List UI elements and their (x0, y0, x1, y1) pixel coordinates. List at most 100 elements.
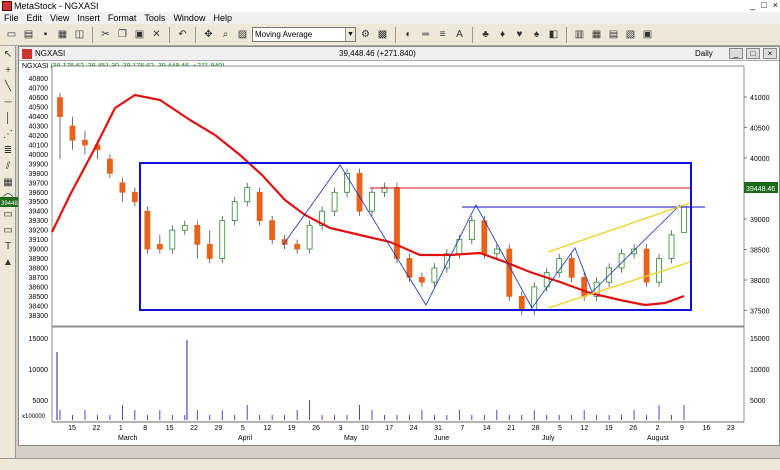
x-day-tick: 15 (68, 425, 76, 432)
x-month-label: June (434, 435, 449, 442)
candle-body (431, 267, 438, 283)
price-left-tick: 39800 (29, 171, 49, 178)
volume-right-tick: 10000 (750, 367, 770, 374)
x-day-tick: 26 (629, 425, 637, 432)
x-day-tick: 14 (483, 425, 491, 432)
candle-body (244, 187, 251, 203)
price-left-tick: 40700 (29, 86, 49, 93)
price-left-tick: 39600 (29, 190, 49, 197)
candle-body (107, 158, 113, 174)
candle-body (69, 125, 76, 141)
x-month-label: April (238, 435, 252, 442)
price-left-tick: 40800 (29, 76, 49, 83)
candle-body (331, 191, 338, 212)
price-left-tick: 39400 (29, 209, 49, 216)
price-left-tick: 40600 (29, 95, 49, 102)
last-price-tag: 39448.46 (746, 186, 775, 193)
candle-body (581, 277, 588, 297)
price-left-tick: 38300 (29, 313, 49, 320)
x-day-tick: 17 (385, 425, 393, 432)
candle-body (131, 191, 138, 203)
price-left-tick: 39200 (29, 228, 49, 235)
x-day-tick: 3 (338, 425, 342, 432)
candle-body (394, 187, 400, 259)
candle-body (668, 234, 675, 259)
candle-body (57, 97, 63, 117)
x-day-tick: 2 (656, 425, 660, 432)
x-day-tick: 23 (727, 425, 735, 432)
candle-body (144, 210, 151, 250)
price-right-tick: 38500 (750, 248, 770, 255)
price-right-tick: 39000 (750, 217, 770, 224)
candle-body (506, 248, 513, 297)
x-day-tick: 8 (143, 425, 147, 432)
candle-body (481, 220, 488, 255)
candle-body (518, 295, 525, 311)
candle-body (219, 220, 226, 259)
candle-body (194, 224, 201, 245)
x-day-tick: 24 (410, 425, 418, 432)
candle-body (119, 182, 126, 193)
x-day-tick: 16 (703, 425, 711, 432)
candle-body (156, 243, 163, 250)
candle-body (169, 229, 176, 250)
price-right-tick: 40500 (750, 126, 770, 133)
volume-tick: 10000 (29, 367, 49, 374)
x-day-tick: 12 (581, 425, 589, 432)
x-day-tick: 5 (241, 425, 245, 432)
x-day-tick: 26 (312, 425, 320, 432)
status-bar (0, 458, 780, 470)
price-right-tick: 37500 (750, 309, 770, 316)
volume-right-tick: 15000 (750, 336, 770, 343)
x-day-tick: 19 (605, 425, 613, 432)
x-day-tick: 28 (532, 425, 540, 432)
x-day-tick: 15 (166, 425, 174, 432)
price-left-tick: 38900 (29, 256, 49, 263)
price-left-tick: 38600 (29, 284, 49, 291)
candle-body (231, 201, 238, 222)
x-month-label: May (344, 435, 358, 442)
volume-pane (51, 326, 745, 423)
volume-tick: 5000 (32, 398, 48, 405)
candle-body (493, 248, 500, 255)
candle-body (568, 258, 575, 278)
left-price-tag: 39448.46 (1, 201, 27, 207)
x-day-tick: 22 (190, 425, 198, 432)
price-left-tick: 40100 (29, 142, 49, 149)
price-left-tick: 38400 (29, 303, 49, 310)
candle-body (269, 220, 276, 240)
price-left-tick: 40300 (29, 124, 49, 131)
price-left-tick: 38500 (29, 294, 49, 301)
price-left-tick: 40400 (29, 114, 49, 121)
x-day-tick: 21 (507, 425, 515, 432)
x-day-tick: 22 (93, 425, 101, 432)
price-left-tick: 40200 (29, 133, 49, 140)
candle-body (656, 258, 662, 283)
candle-body (681, 206, 687, 233)
price-right-tick: 40000 (750, 156, 770, 163)
price-left-tick: 38800 (29, 265, 49, 272)
x-day-tick: 31 (434, 425, 442, 432)
price-chart[interactable]: 40800 40700 40600 40500 40400 40300 40200 40100… (0, 0, 780, 470)
price-right-tick: 41000 (750, 95, 770, 102)
candle-body (356, 172, 363, 212)
candle-body (419, 277, 425, 283)
candle-body (256, 191, 263, 222)
x-day-tick: 19 (288, 425, 296, 432)
volume-scale-label: x100000 (22, 414, 46, 420)
price-left-tick: 39500 (29, 199, 49, 206)
candle-body (82, 139, 88, 146)
x-day-tick: 7 (460, 425, 464, 432)
x-month-label: July (542, 435, 555, 442)
x-month-label: August (647, 435, 669, 442)
price-left-tick: 39700 (29, 180, 49, 187)
volume-right-tick: 5000 (750, 398, 766, 405)
price-left-tick: 38700 (29, 275, 49, 282)
candle-body (206, 243, 213, 259)
candle-body (468, 220, 475, 240)
price-left-tick: 40500 (29, 105, 49, 112)
price-left-tick: 39000 (29, 247, 49, 254)
candle-body (631, 248, 637, 255)
x-day-tick: 1 (119, 425, 123, 432)
price-left-tick: 39100 (29, 237, 49, 244)
